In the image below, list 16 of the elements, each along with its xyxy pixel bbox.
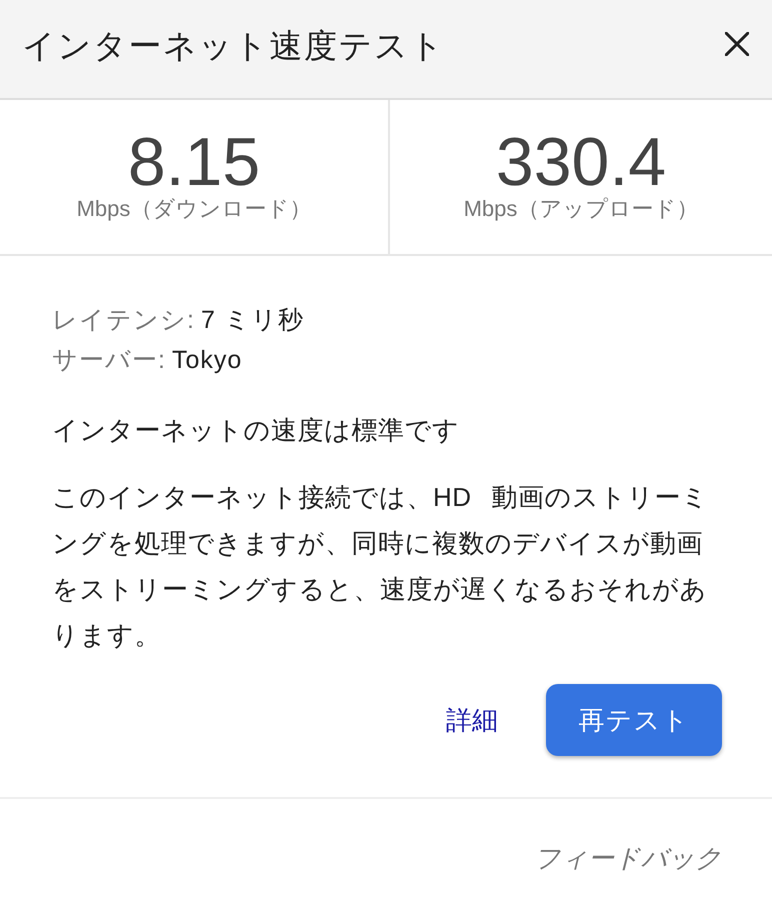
details-link[interactable]: 詳細: [446, 703, 498, 737]
retest-button[interactable]: 再テスト: [546, 684, 722, 756]
speed-value: 330.4: [496, 126, 666, 198]
detail-value: Tokyo: [172, 345, 242, 376]
dialog-title: インターネット速度テスト: [22, 26, 445, 66]
speed-unit-label: Mbps（ダウンロード）: [76, 195, 312, 223]
feedback-link[interactable]: フィードバック: [534, 841, 722, 875]
speed-description: このインターネット接続では、HD 動画のストリーミングを処理できますが、同時に複数のデバイスが動画をストリーミングすると、速度が遅くなるおそれがあります。: [52, 481, 710, 652]
speed-value: 8.15: [128, 126, 260, 198]
detail-label: サーバー:: [52, 345, 166, 376]
speed-verdict: インターネットの速度は標準です: [52, 414, 460, 447]
speed-unit-label: Mbps（アップロード）: [464, 195, 698, 223]
detail-label: レイテンシ:: [52, 305, 195, 336]
close-icon: [725, 32, 749, 56]
detail-value: 7 ミリ秒: [200, 305, 304, 336]
close-button[interactable]: [724, 31, 750, 57]
